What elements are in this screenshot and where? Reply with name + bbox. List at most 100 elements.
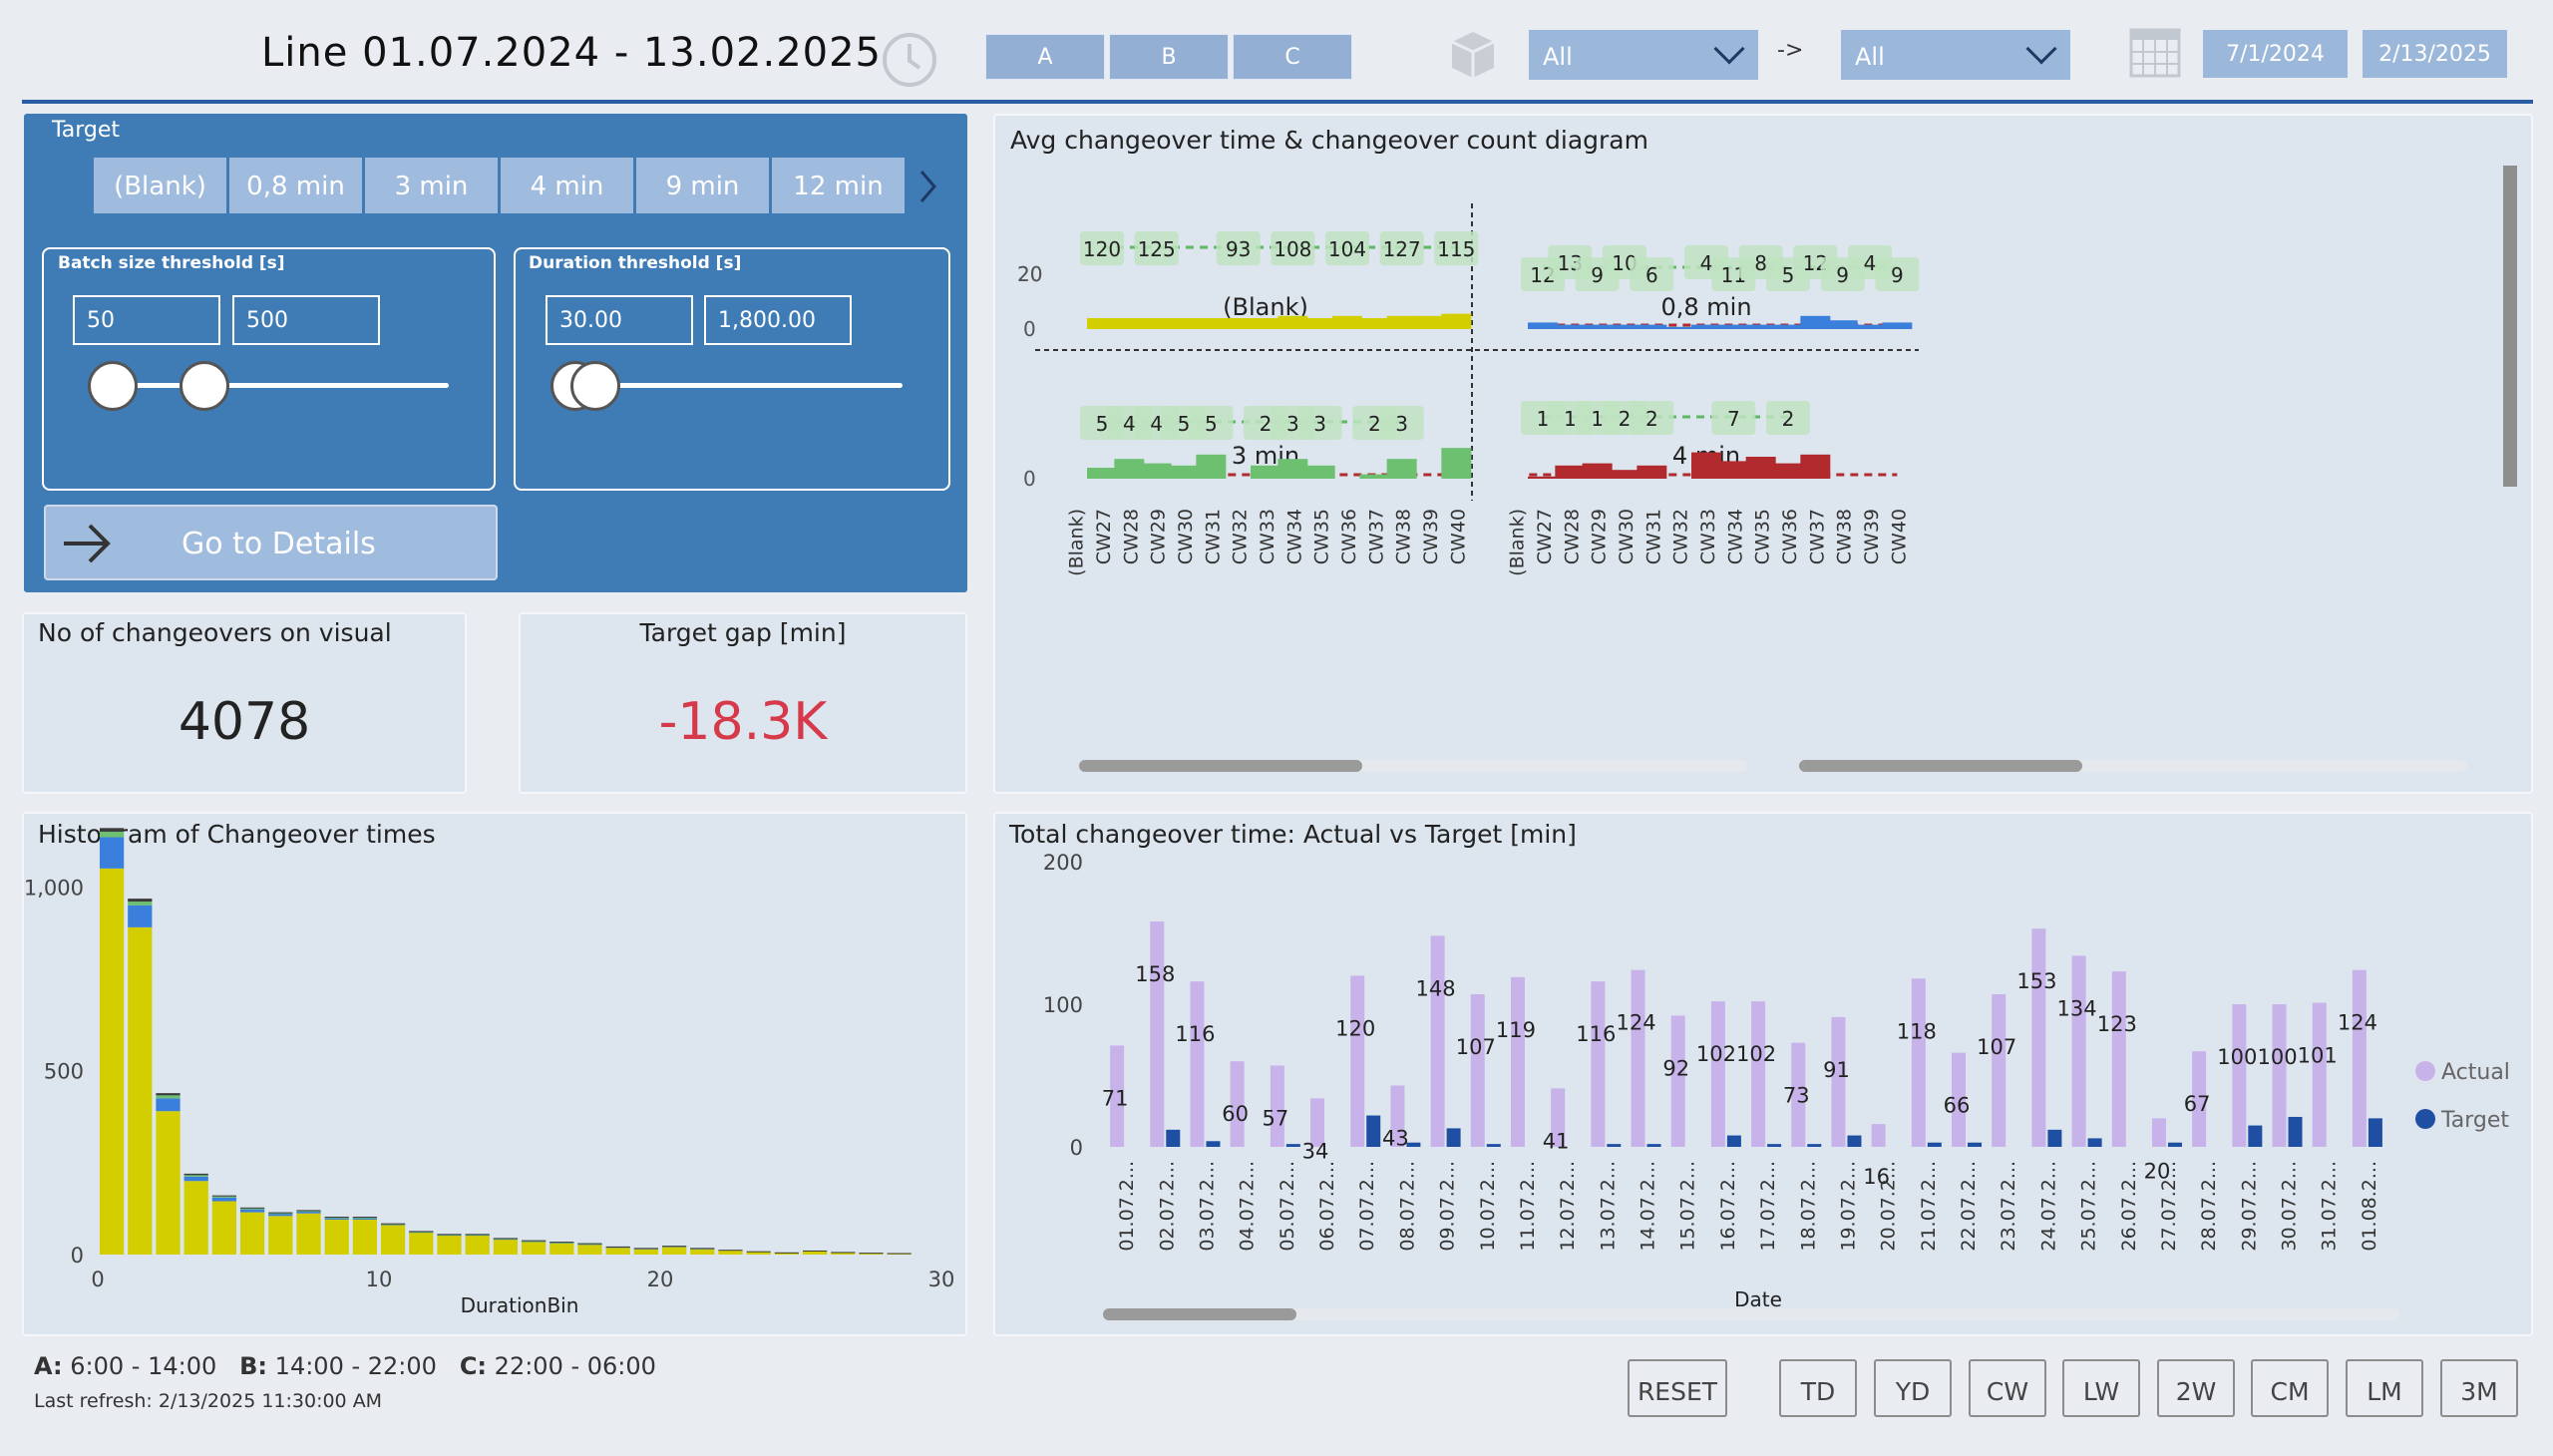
data-label: 100 <box>2217 1045 2257 1069</box>
date-to-input[interactable]: 2/13/2025 <box>2363 30 2507 78</box>
filter-2-dropdown[interactable]: All <box>1841 30 2070 80</box>
x-tick-label: 25.07.2... <box>2078 1161 2100 1252</box>
reset-button[interactable]: RESET <box>1628 1359 1727 1417</box>
histogram-bar <box>549 1243 574 1255</box>
actual-bar <box>2071 955 2086 1147</box>
batch-slider-high-handle[interactable] <box>180 361 229 411</box>
calendar-icon[interactable] <box>2129 28 2181 78</box>
shift-legend: A: 6:00 - 14:00 B: 14:00 - 22:00 C: 22:0… <box>34 1352 656 1380</box>
y-tick-label: 500 <box>44 1060 84 1084</box>
three-months-button[interactable]: 3M <box>2440 1359 2518 1417</box>
histogram-bar <box>183 1175 208 1177</box>
shift-a-button[interactable]: A <box>985 34 1105 80</box>
x-tick-label: 0 <box>91 1268 104 1291</box>
target-3-button[interactable]: 3 min <box>365 158 498 213</box>
actual-bar <box>1831 1016 1846 1147</box>
count-label: 125 <box>1138 237 1176 261</box>
target-bar <box>1285 1144 1300 1147</box>
batch-max-input[interactable]: 500 <box>232 295 380 345</box>
x-tick-label: CW31 <box>1642 509 1664 564</box>
avg-bar <box>1555 465 1586 479</box>
go-to-details-button[interactable]: Go to Details <box>44 505 498 580</box>
filter-1-dropdown[interactable]: All <box>1529 30 1758 80</box>
legend-actual-label: Actual <box>2441 1060 2510 1085</box>
clock-icon[interactable] <box>880 30 939 90</box>
histogram-bar <box>746 1251 771 1253</box>
target-blank-button[interactable]: (Blank) <box>94 158 226 213</box>
histogram-bar <box>128 902 153 906</box>
histogram-bar <box>211 1201 237 1255</box>
page-title: Line 01.07.2024 - 13.02.2025 <box>261 30 882 76</box>
shift-c-button[interactable]: C <box>1233 34 1352 80</box>
x-tick-label: CW39 <box>1861 509 1883 564</box>
count-label: 4 <box>1864 251 1877 275</box>
count-label: 9 <box>1591 263 1604 287</box>
avg-bar <box>1663 326 1694 329</box>
avg-bar <box>1087 318 1117 329</box>
date-from-input[interactable]: 7/1/2024 <box>2203 30 2348 78</box>
last-month-button[interactable]: LM <box>2346 1359 2423 1417</box>
last-week-button[interactable]: LW <box>2062 1359 2140 1417</box>
target-12-button[interactable]: 12 min <box>772 158 905 213</box>
count-label: 104 <box>1328 237 1366 261</box>
count-label: 115 <box>1437 237 1475 261</box>
actual-bar <box>1992 993 2006 1147</box>
data-label: 34 <box>1302 1139 1329 1163</box>
duration-max-input[interactable]: 1,800.00 <box>704 295 852 345</box>
count-label: 4 <box>1150 412 1163 436</box>
avg-bar <box>1386 315 1417 329</box>
x-tick-label: CW32 <box>1670 509 1692 564</box>
x-tick-label: CW34 <box>1283 509 1305 564</box>
data-label: 60 <box>1222 1102 1249 1126</box>
data-label: 123 <box>2097 1012 2137 1036</box>
avg-bar <box>1582 324 1613 329</box>
actual-bar <box>1710 1001 1725 1147</box>
scrollbar-thumb <box>1079 760 1362 772</box>
x-tick-label: CW27 <box>1534 509 1556 564</box>
data-label: 41 <box>1543 1129 1570 1153</box>
histogram-bar <box>690 1248 715 1250</box>
histogram-chart: 1,000 500 00 10 20 30 DurationBin <box>24 828 954 1317</box>
data-label: 73 <box>1783 1084 1810 1108</box>
current-month-button[interactable]: CM <box>2251 1359 2329 1417</box>
histogram-bar <box>156 1111 181 1255</box>
avg-changeover-chart: 200200(Blank)120 125 93 108 104 127 1150,8 min… <box>1017 166 2517 772</box>
batch-min-input[interactable]: 50 <box>73 295 220 345</box>
yesterday-button[interactable]: YD <box>1874 1359 1952 1417</box>
histogram-bar <box>156 1095 181 1099</box>
histogram-bar <box>183 1173 208 1176</box>
x-tick-label: CW29 <box>1589 509 1611 564</box>
target-0-8-button[interactable]: 0,8 min <box>229 158 362 213</box>
data-label: 102 <box>1696 1042 1736 1066</box>
histogram-bar <box>296 1211 321 1214</box>
arrow-right-icon <box>64 524 111 563</box>
data-label: 92 <box>1662 1056 1689 1080</box>
batch-slider-low-handle[interactable] <box>88 361 138 411</box>
actual-bar <box>2272 1004 2287 1147</box>
two-weeks-button[interactable]: 2W <box>2157 1359 2235 1417</box>
x-tick-label: 10.07.2... <box>1477 1161 1499 1252</box>
histogram-bar <box>99 837 125 869</box>
target-bar <box>2167 1142 2182 1147</box>
avg-bar <box>1582 463 1613 479</box>
current-week-button[interactable]: CW <box>1969 1359 2046 1417</box>
shift-b-button[interactable]: B <box>1109 34 1229 80</box>
avg-bar <box>1304 465 1335 479</box>
avg-bar <box>1359 474 1390 479</box>
x-tick-label: (Blank) <box>1507 509 1529 576</box>
y-tick-label: 0 <box>1023 467 1036 491</box>
duration-min-input[interactable]: 30.00 <box>546 295 693 345</box>
today-button[interactable]: TD <box>1779 1359 1857 1417</box>
duration-slider-high-handle[interactable] <box>570 361 620 411</box>
x-tick-label: 30.07.2... <box>2279 1161 2301 1252</box>
x-tick-label: CW36 <box>1338 509 1360 564</box>
actual-bar <box>1150 921 1165 1147</box>
chevron-right-icon[interactable] <box>915 168 939 205</box>
target-4-button[interactable]: 4 min <box>501 158 633 213</box>
actual-bar <box>1871 1124 1886 1147</box>
target-bar <box>1607 1144 1622 1147</box>
target-9-button[interactable]: 9 min <box>636 158 769 213</box>
x-tick-label: 04.07.2... <box>1237 1161 1259 1252</box>
histogram-bar <box>296 1213 321 1255</box>
avg-bar <box>1196 454 1227 479</box>
